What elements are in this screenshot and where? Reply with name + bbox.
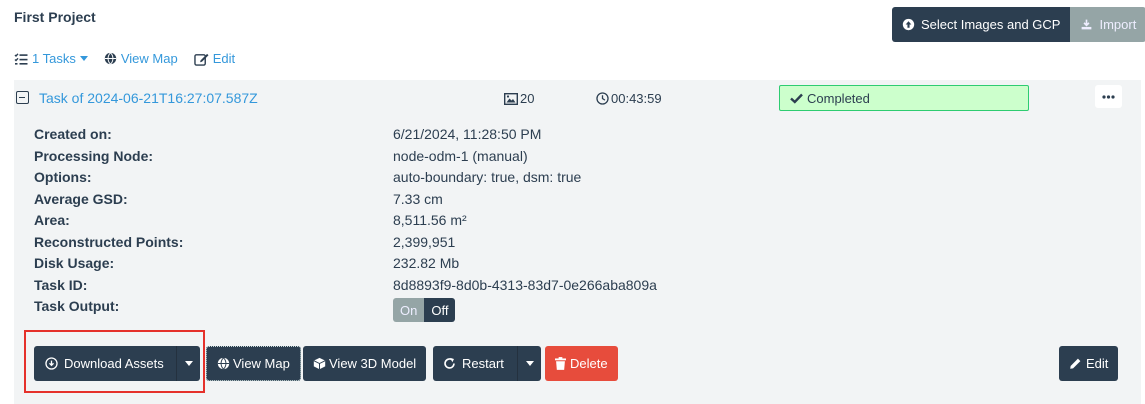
detail-reconstructed-points: Reconstructed Points: 2,399,951 xyxy=(34,234,734,255)
detail-label: Reconstructed Points: xyxy=(34,233,184,250)
project-title: First Project xyxy=(14,9,96,25)
check-icon xyxy=(790,93,803,104)
detail-label: Area: xyxy=(34,212,70,228)
caret-down-icon xyxy=(79,56,88,61)
detail-processing-node: Processing Node: node-odm-1 (manual) xyxy=(34,148,734,169)
detail-value: 7.33 cm xyxy=(393,190,443,207)
download-dropdown-toggle[interactable] xyxy=(176,346,200,381)
view-map-button[interactable]: View Map xyxy=(206,346,301,381)
detail-value: 2,399,951 xyxy=(393,233,456,250)
select-images-button[interactable]: Select Images and GCP xyxy=(892,7,1071,42)
toggle-on-option[interactable]: On xyxy=(393,298,425,322)
import-button[interactable]: Import xyxy=(1070,7,1145,42)
select-images-label: Select Images and GCP xyxy=(921,17,1061,32)
project-toolbar: 1 Tasks View Map Edit xyxy=(14,51,235,66)
detail-created-on: Created on: 6/21/2024, 11:28:50 PM xyxy=(34,126,734,147)
download-assets-button[interactable]: Download Assets xyxy=(34,346,176,381)
image-count-value: 20 xyxy=(520,91,535,106)
view-3d-model-button[interactable]: View 3D Model xyxy=(303,346,427,381)
clock-icon xyxy=(596,92,609,105)
status-text: Completed xyxy=(807,90,870,106)
delete-label: Delete xyxy=(570,356,608,371)
view-map-link[interactable]: View Map xyxy=(104,51,178,66)
tasks-list-icon xyxy=(14,52,28,65)
more-options-button[interactable] xyxy=(1095,85,1122,108)
task-header-row: Task of 2024-06-21T16:27:07.587Z 20 00:4… xyxy=(14,80,1141,118)
detail-average-gsd: Average GSD: 7.33 cm xyxy=(34,191,734,212)
globe-icon xyxy=(217,357,230,370)
detail-value: 6/21/2024, 11:28:50 PM xyxy=(393,126,542,142)
cube-icon xyxy=(313,357,326,370)
detail-label: Created on: xyxy=(34,126,112,142)
detail-options: Options: auto-boundary: true, dsm: true xyxy=(34,169,734,190)
detail-disk-usage: Disk Usage: 232.82 Mb xyxy=(34,255,734,276)
download-circle-icon xyxy=(45,357,58,370)
detail-label: Task ID: xyxy=(34,276,88,293)
task-output-toggle[interactable]: On Off xyxy=(393,298,456,322)
detail-value: 8,511.56 m² xyxy=(393,212,467,228)
task-panel: Task of 2024-06-21T16:27:07.587Z 20 00:4… xyxy=(14,80,1141,404)
tasks-dropdown[interactable]: 1 Tasks xyxy=(14,51,88,66)
detail-label: Disk Usage: xyxy=(34,255,115,271)
detail-label: Task Output: xyxy=(34,298,120,314)
top-actions: Select Images and GCP Import xyxy=(892,7,1145,42)
trash-icon xyxy=(555,357,566,370)
task-name-link[interactable]: Task of 2024-06-21T16:27:07.587Z xyxy=(39,90,258,106)
edit-task-button[interactable]: Edit xyxy=(1059,346,1119,381)
restart-button-group: Restart xyxy=(433,346,541,381)
import-icon xyxy=(1082,19,1092,30)
edit-label: Edit xyxy=(212,51,236,66)
task-actions: Download Assets View Map View 3D Model R… xyxy=(14,346,1141,382)
restart-button[interactable]: Restart xyxy=(433,346,517,381)
import-label: Import xyxy=(1099,17,1137,32)
detail-area: Area: 8,511.56 m² xyxy=(34,212,734,233)
detail-task-output: Task Output: On Off xyxy=(34,298,734,324)
edit-square-icon xyxy=(193,53,209,66)
download-assets-button-group: Download Assets xyxy=(34,346,200,381)
detail-task-id: Task ID: 8d8893f9-8d0b-4313-83d7-0e266ab… xyxy=(34,277,734,298)
task-duration: 00:43:59 xyxy=(596,91,662,106)
caret-down-icon xyxy=(184,361,193,366)
detail-value: node-odm-1 (manual) xyxy=(393,147,528,164)
detail-label: Processing Node: xyxy=(34,147,154,164)
tasks-label: 1 Tasks xyxy=(32,51,76,66)
detail-value: auto-boundary: true, dsm: true xyxy=(393,169,582,185)
caret-down-icon xyxy=(525,361,534,366)
view-map-button-label: View Map xyxy=(233,356,290,371)
detail-label: Average GSD: xyxy=(34,190,128,207)
project-page: First Project Select Images and GCP Impo… xyxy=(0,0,1145,404)
delete-button[interactable]: Delete xyxy=(545,346,618,381)
upload-circle-icon xyxy=(902,18,915,31)
status-badge: Completed xyxy=(779,85,1029,111)
restart-dropdown-toggle[interactable] xyxy=(517,346,541,381)
view-3d-label: View 3D Model xyxy=(329,356,417,371)
pencil-icon xyxy=(1070,358,1081,369)
detail-value: 232.82 Mb xyxy=(393,255,460,271)
detail-label: Options: xyxy=(34,169,92,185)
view-map-label: View Map xyxy=(120,51,178,66)
image-icon xyxy=(504,92,518,105)
image-count: 20 xyxy=(504,91,534,106)
restart-label: Restart xyxy=(462,356,504,371)
edit-project-link[interactable]: Edit xyxy=(193,51,236,66)
ellipsis-icon xyxy=(1102,94,1115,99)
collapse-icon[interactable] xyxy=(16,91,29,104)
edit-task-label: Edit xyxy=(1086,356,1109,371)
detail-value: 8d8893f9-8d0b-4313-83d7-0e266aba809a xyxy=(393,276,657,293)
toggle-off-option[interactable]: Off xyxy=(424,298,456,322)
restart-icon xyxy=(444,357,455,369)
duration-value: 00:43:59 xyxy=(611,91,662,106)
globe-icon xyxy=(104,52,117,65)
download-assets-label: Download Assets xyxy=(64,356,164,371)
